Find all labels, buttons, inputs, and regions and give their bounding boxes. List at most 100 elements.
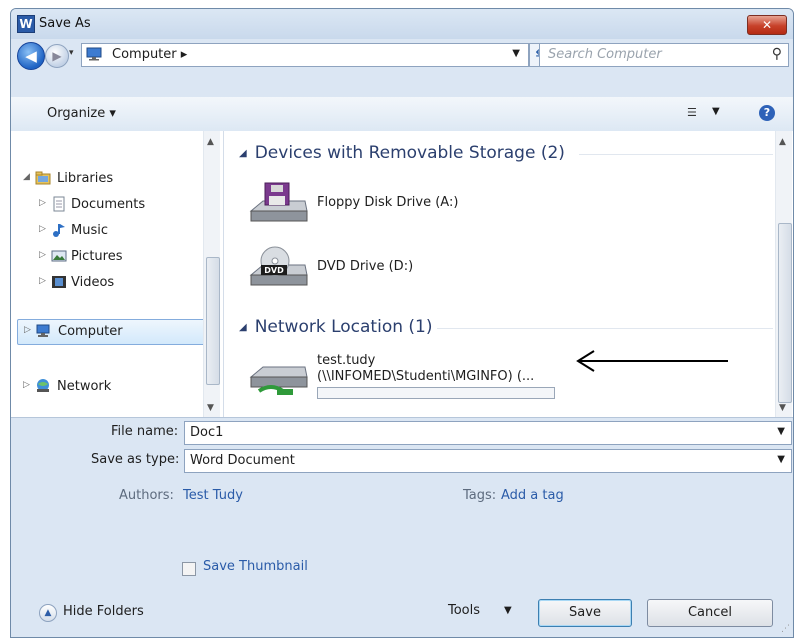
command-toolbar: Organize ▾ ☰ ▼ ? (11, 97, 793, 132)
save-thumbnail-label[interactable]: Save Thumbnail (203, 559, 308, 574)
nav-item-computer[interactable]: ▷ Computer (17, 319, 209, 345)
tools-dropdown-icon[interactable]: ▼ (504, 605, 512, 616)
filename-dropdown-icon[interactable]: ▼ (777, 426, 785, 437)
nav-scroll-thumb[interactable] (206, 257, 220, 385)
close-button[interactable]: ✕ (747, 15, 787, 35)
tags-link[interactable]: Add a tag (501, 488, 564, 503)
nav-label-music: Music (71, 223, 108, 238)
collapse-arrow-icon[interactable]: ◢ (239, 322, 247, 333)
word-app-icon: W (17, 15, 35, 33)
savetype-value: Word Document (190, 453, 295, 468)
expand-arrow-icon[interactable]: ▷ (24, 325, 31, 335)
network-location-item[interactable]: test.tudy (\\INFOMED\Studenti\MGINFO) (.… (249, 353, 569, 399)
scroll-down-icon[interactable]: ▼ (207, 403, 214, 413)
nav-item-documents[interactable]: ▷ Documents (11, 193, 201, 217)
cancel-button[interactable]: Cancel (647, 599, 773, 627)
forward-button[interactable]: ▶ (45, 44, 69, 68)
pictures-icon (51, 250, 67, 262)
recent-pages-dropdown[interactable]: ▾ (69, 48, 74, 58)
view-dropdown-icon[interactable]: ▼ (712, 106, 720, 117)
nav-item-pictures[interactable]: ▷ Pictures (11, 245, 201, 269)
navigation-bar: ◀ ▶ ▾ Computer ▸ ▼ ⇆ Search Computer ⚲ (11, 39, 793, 70)
libraries-icon (35, 171, 51, 185)
nav-label-documents: Documents (71, 197, 146, 212)
expand-arrow-icon[interactable]: ▷ (23, 380, 30, 390)
save-form: File name: Doc1 ▼ Save as type: Word Doc… (11, 417, 793, 637)
group-divider (437, 328, 773, 329)
collapse-arrow-icon[interactable]: ◢ (239, 148, 247, 159)
device-dvd[interactable]: DVD DVD Drive (D:) (249, 245, 469, 291)
dvd-drive-icon: DVD (249, 246, 308, 286)
scroll-up-icon[interactable]: ▲ (779, 137, 786, 147)
expand-arrow-icon[interactable]: ▷ (39, 224, 46, 234)
group-divider (579, 154, 773, 155)
address-bar[interactable]: Computer ▸ ▼ (81, 43, 529, 67)
organize-button[interactable]: Organize ▾ (47, 106, 116, 121)
search-placeholder: Search Computer (548, 47, 662, 62)
dvd-label: DVD Drive (D:) (317, 259, 414, 274)
authors-link[interactable]: Test Tudy (183, 488, 243, 503)
savetype-label: Save as type: (91, 452, 180, 467)
back-button[interactable]: ◀ (17, 42, 45, 70)
expand-arrow-icon[interactable]: ▷ (39, 276, 46, 286)
network-location-path: (\\INFOMED\Studenti\MGINFO) (... (317, 369, 535, 384)
nav-item-music[interactable]: ▷ Music (11, 219, 201, 243)
nav-label-libraries: Libraries (57, 171, 114, 186)
floppy-drive-icon (249, 182, 308, 222)
content-area: ◢ Libraries ▷ Documents ▷ Music ▷ Pictur… (11, 131, 793, 417)
save-thumbnail-checkbox[interactable] (182, 562, 196, 576)
savetype-select[interactable]: Word Document ▼ (184, 449, 792, 473)
nav-item-videos[interactable]: ▷ Videos (11, 271, 201, 295)
filename-label: File name: (111, 424, 179, 439)
group-network-label: Network Location (1) (254, 317, 433, 337)
documents-icon (53, 196, 65, 212)
authors-label: Authors: (119, 488, 174, 503)
free-space-bar (317, 387, 555, 399)
videos-icon (52, 276, 66, 288)
group-network-location[interactable]: ◢ Network Location (1) (239, 317, 432, 339)
tags-label: Tags: (463, 488, 497, 503)
device-floppy[interactable]: Floppy Disk Drive (A:) (249, 181, 469, 227)
savetype-dropdown-icon[interactable]: ▼ (777, 454, 785, 465)
save-as-dialog: W Save As ✕ ◀ ▶ ▾ Computer ▸ ▼ ⇆ Search … (10, 8, 794, 638)
content-scroll-thumb[interactable] (778, 223, 792, 403)
music-icon (53, 224, 65, 237)
title-bar[interactable]: W Save As ✕ (11, 9, 793, 39)
annotation-arrow-icon (576, 350, 728, 372)
network-icon (37, 379, 49, 392)
search-icon[interactable]: ⚲ (772, 46, 782, 62)
nav-item-libraries[interactable]: ◢ Libraries (11, 167, 201, 191)
tools-button[interactable]: Tools (448, 603, 480, 618)
hide-folders-button[interactable]: Hide Folders (63, 604, 144, 619)
search-input[interactable]: Search Computer ⚲ (539, 43, 789, 67)
dvd-icon-text: DVD (264, 266, 284, 275)
nav-pane-scrollbar[interactable]: ▲ ▼ (203, 131, 220, 417)
group-removable-storage[interactable]: ◢ Devices with Removable Storage (2) (239, 143, 565, 165)
network-location-name: test.tudy (317, 353, 376, 368)
floppy-label: Floppy Disk Drive (A:) (317, 195, 459, 210)
expand-arrow-icon[interactable]: ▷ (39, 250, 46, 260)
nav-label-network: Network (57, 379, 112, 394)
save-button[interactable]: Save (538, 599, 632, 627)
group-removable-label: Devices with Removable Storage (2) (254, 143, 565, 163)
nav-label-computer: Computer (58, 324, 123, 339)
hide-folders-icon[interactable]: ▲ (39, 604, 57, 622)
computer-icon (36, 324, 50, 337)
nav-label-videos: Videos (71, 275, 115, 290)
computer-icon (86, 47, 102, 61)
resize-grip-icon[interactable]: ⋰ (781, 624, 790, 634)
window-title: Save As (39, 16, 91, 31)
help-icon[interactable]: ? (759, 105, 775, 121)
address-dropdown-icon[interactable]: ▼ (512, 48, 520, 59)
navigation-pane: ◢ Libraries ▷ Documents ▷ Music ▷ Pictur… (11, 131, 224, 417)
nav-item-network[interactable]: ▷ Network (11, 375, 201, 399)
content-scrollbar[interactable]: ▲ ▼ (775, 131, 792, 417)
scroll-up-icon[interactable]: ▲ (207, 137, 214, 147)
filename-value: Doc1 (190, 425, 224, 440)
collapse-arrow-icon[interactable]: ◢ (23, 172, 30, 182)
filename-input[interactable]: Doc1 ▼ (184, 421, 792, 445)
scroll-down-icon[interactable]: ▼ (779, 403, 786, 413)
breadcrumb-computer[interactable]: Computer ▸ (112, 47, 187, 62)
expand-arrow-icon[interactable]: ▷ (39, 198, 46, 208)
change-view-icon[interactable]: ☰ (687, 105, 701, 121)
